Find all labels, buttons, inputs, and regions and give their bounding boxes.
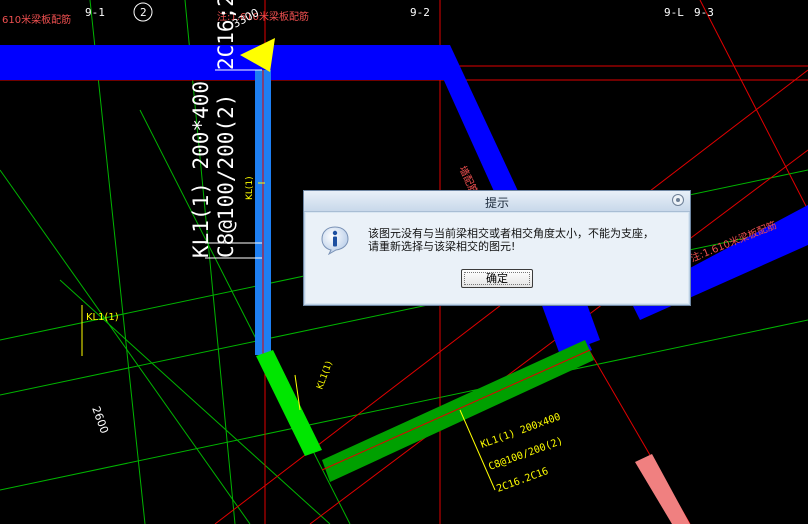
dialog-body: 该图元没有与当前梁相交或者相交角度太小，不能为支座， 请重新选择与该梁相交的图元… xyxy=(306,213,688,303)
beam-spec-line2: C8@100/200(2) xyxy=(214,94,238,258)
axis-label-group: 9-1 2 9-2 9-L 9-3 xyxy=(85,6,714,19)
alert-dialog: 提示 该图元没有与当前梁相交或者相交角度太小，不能为支座， 请重新选择与该梁相交… xyxy=(303,190,691,306)
axis-label-9-2: 9-2 xyxy=(410,6,430,19)
close-icon[interactable] xyxy=(672,194,684,206)
ok-button[interactable]: 确定 xyxy=(461,269,533,288)
green-beam-line3: 2C16.2C16 xyxy=(495,466,550,495)
axis-label-9-1: 9-1 xyxy=(85,6,105,19)
dialog-message: 该图元没有与当前梁相交或者相交角度太小，不能为支座， 请重新选择与该梁相交的图元… xyxy=(368,227,654,253)
dialog-title: 提示 xyxy=(484,196,509,210)
green-short-beam[interactable] xyxy=(256,350,322,456)
vertical-beam-annotation: KL1(1) 200*400 C8@100/200(2) 2C16;2 xyxy=(189,0,238,258)
left-beam-label: KL1(1) xyxy=(86,312,119,323)
axis-label-9-3: 9-3 xyxy=(694,6,714,19)
dialog-message-line2: 请重新选择与该梁相交的图元! xyxy=(368,240,516,253)
pink-beam[interactable] xyxy=(635,454,690,524)
drawing-canvas[interactable]: 9-1 2 9-2 9-L 9-3 610米梁板配筋 注:1.610米梁板配筋 … xyxy=(0,0,808,524)
green-short-label: KL1(1) xyxy=(315,360,334,391)
beam-spec-line3: 2C16;2 xyxy=(214,0,238,70)
dialog-message-line1: 该图元没有与当前梁相交或者相交角度太小，不能为支座， xyxy=(368,227,654,240)
dialog-title-bar[interactable]: 提示 xyxy=(304,191,690,212)
beam-spec-line1: KL1(1) 200*400 xyxy=(189,81,213,258)
axis-label-9-l: 9-L xyxy=(664,6,684,19)
dim-2600: 2600 xyxy=(89,405,111,436)
small-marker-label: KL(1) xyxy=(245,176,255,200)
axis-label-2: 2 xyxy=(140,6,147,19)
top-left-note: 610米梁板配筋 xyxy=(2,13,71,26)
info-icon xyxy=(321,226,349,255)
